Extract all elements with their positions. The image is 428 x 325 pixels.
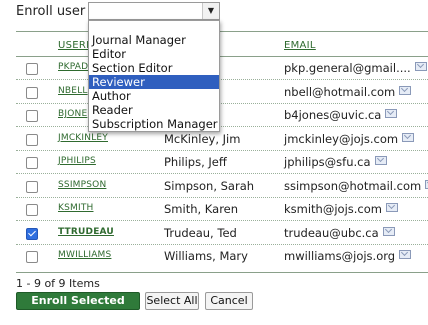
mail-icon[interactable] [399,85,412,95]
role-option[interactable]: Author [89,89,219,103]
row-select-checkbox[interactable] [26,63,38,75]
user-email-text: jmckinley@jojs.com [284,131,399,146]
username-link[interactable]: JMCKINLEY [58,133,108,143]
user-email: ksmith@jojs.com [284,202,398,216]
username-link[interactable]: KSMITH [58,203,94,213]
table-bottom-rule [16,272,428,273]
role-select[interactable]: ▼ [88,2,220,20]
user-email-text: mwilliams@jojs.org [284,249,396,263]
user-email: mwilliams@jojs.org [284,249,412,263]
table-row: KSMITH Smith, Karen ksmith@jojs.com [0,198,428,221]
user-full-name: Philips, Jeff [164,155,227,169]
user-full-name: Smith, Karen [164,202,239,216]
username-link[interactable]: NBELL [58,86,88,96]
user-email: b4jones@uvic.ca [284,108,398,122]
role-option[interactable]: Editor [89,47,219,61]
username-link[interactable]: TTRUDEAU [58,227,114,237]
enroll-selected-users-button[interactable]: Enroll Selected Users [16,292,140,323]
mail-icon[interactable] [385,203,398,212]
row-select-checkbox[interactable] [26,157,38,169]
role-dropdown-list[interactable]: Journal Manager Editor Section Editor Re… [88,20,220,132]
user-email: pkp.general@gmail.... [284,61,427,75]
row-select-checkbox[interactable] [26,180,38,193]
username-link[interactable]: JPHILIPS [58,156,96,166]
table-top-rule [16,31,428,32]
user-email: jphilips@sfu.ca [284,155,387,169]
username-link[interactable]: MWILLIAMS [58,250,111,260]
username-link[interactable]: SSIMPSON [58,180,106,190]
mail-icon[interactable] [374,156,387,165]
user-email-text: ksmith@jojs.com [284,202,382,216]
user-full-name: Williams, Mary [164,249,248,263]
user-email-text: trudeau@ubc.ca [284,225,379,240]
user-email: trudeau@ubc.ca [284,226,395,240]
user-email-text: jphilips@sfu.ca [284,155,371,169]
row-select-checkbox[interactable] [26,86,38,99]
role-option[interactable]: Section Editor [89,61,219,75]
table-row: TTRUDEAU Trudeau, Ted trudeau@ubc.ca [0,222,428,245]
role-option[interactable]: Subscription Manager [89,117,219,131]
item-count: 1 - 9 of 9 Items [16,277,100,290]
user-email-text: ssimpson@hotmail.com [284,178,422,193]
user-full-name: Simpson, Sarah [164,178,255,193]
select-all-button[interactable]: Select All [145,292,199,310]
user-email-text: b4jones@uvic.ca [284,108,382,122]
row-select-checkbox[interactable] [26,251,38,263]
row-select-checkbox[interactable] [26,110,38,122]
cancel-button[interactable]: Cancel [205,292,253,310]
role-option[interactable]: Reader [89,103,219,117]
role-option-highlighted[interactable]: Reviewer [89,75,219,89]
mail-icon[interactable] [382,226,395,236]
row-select-checkbox[interactable] [26,133,38,146]
table-row: SSIMPSON Simpson, Sarah ssimpson@hotmail.c… [0,175,428,198]
user-email: jmckinley@jojs.com [284,131,415,146]
column-header-email[interactable]: EMAIL [284,40,316,51]
mail-icon[interactable] [385,109,398,118]
user-full-name: Trudeau, Ted [164,225,237,240]
user-full-name: McKinley, Jim [164,131,241,146]
username-link[interactable]: BJONE [58,109,87,119]
mail-icon[interactable] [399,250,412,259]
role-option[interactable]: Journal Manager [89,33,219,47]
user-email: nbell@hotmail.com [284,84,412,99]
table-row: JPHILIPS Philips, Jeff jphilips@sfu.ca [0,151,428,174]
row-select-checkbox[interactable] [26,227,38,240]
triangle-down-icon[interactable]: ▼ [202,3,219,19]
user-email-text: nbell@hotmail.com [284,84,396,99]
table-row: MWILLIAMS Williams, Mary mwilliams@jojs.or… [0,245,428,268]
user-email-text: pkp.general@gmail.... [284,61,411,75]
mail-icon[interactable] [414,62,427,71]
mail-icon[interactable] [402,132,415,142]
user-email: ssimpson@hotmail.com [284,179,428,193]
row-select-checkbox[interactable] [26,204,38,216]
username-link[interactable]: PKPAD [58,62,88,72]
